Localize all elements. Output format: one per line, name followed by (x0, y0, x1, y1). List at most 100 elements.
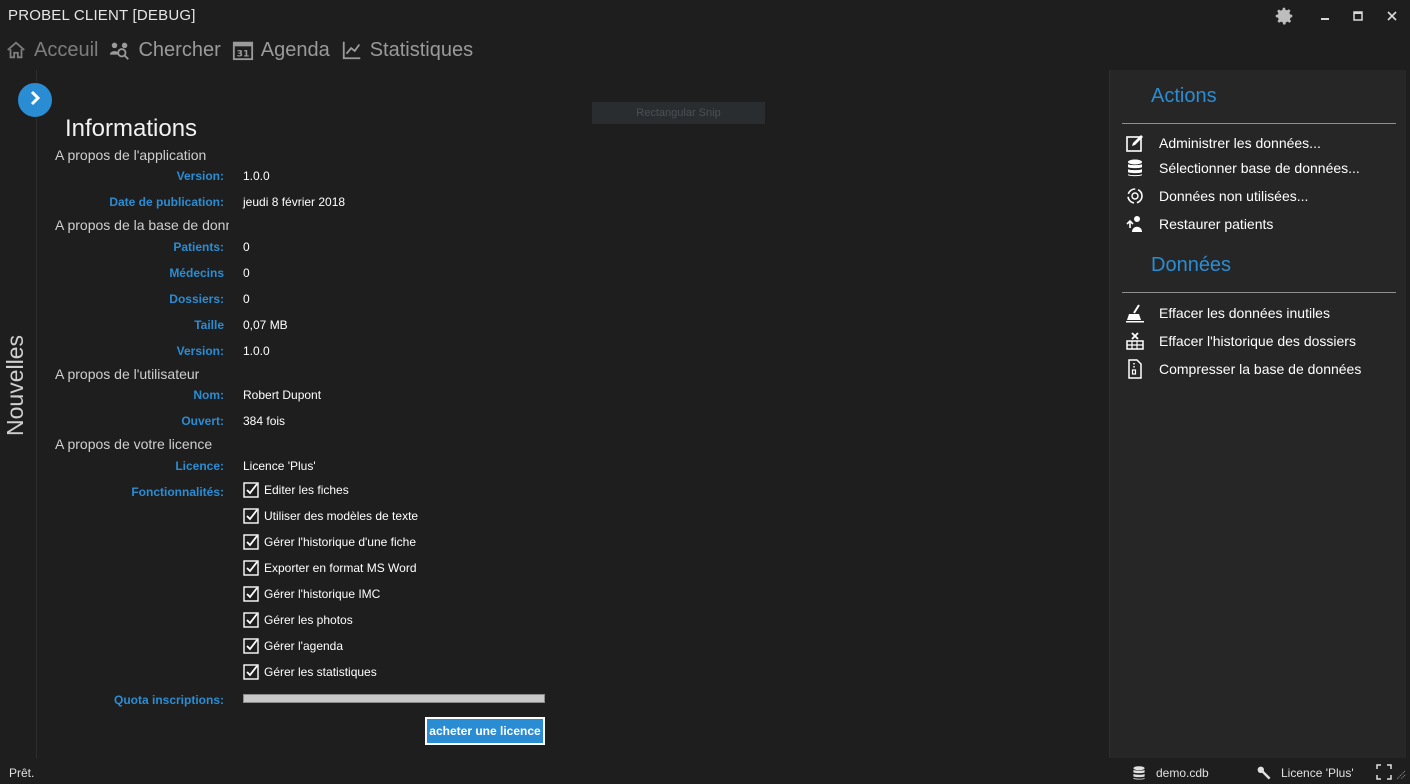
news-rail[interactable]: Nouvelles (0, 70, 37, 758)
licence-value: Licence 'Plus' (243, 459, 316, 473)
wrench-icon (1255, 764, 1273, 782)
feature-label: Utiliser des modèles de texte (264, 509, 419, 523)
actions-panel: Actions Administrer les données... Sélec… (1109, 70, 1406, 758)
db-version-value: 1.0.0 (243, 344, 270, 358)
nav-item-statistiques[interactable]: Statistiques (340, 38, 473, 62)
action-restore-patients[interactable]: Restaurer patients (1124, 213, 1273, 235)
feature-item[interactable]: Gérer l'historique d'une fiche (243, 534, 416, 550)
taille-value: 0,07 MB (243, 318, 288, 332)
dossiers-value: 0 (243, 292, 250, 306)
page-title: Informations (65, 115, 198, 142)
close-icon[interactable] (1380, 4, 1404, 28)
action-label: Effacer les données inutiles (1159, 305, 1330, 321)
version-value: 1.0.0 (243, 169, 270, 183)
minimize-icon[interactable] (1313, 4, 1337, 28)
fullscreen-icon[interactable] (1376, 764, 1392, 780)
news-rail-label: Nouvelles (2, 335, 28, 436)
buy-licence-button[interactable]: acheter une licence (425, 717, 545, 745)
broom-icon (1124, 302, 1146, 324)
action-label: Données non utilisées... (1159, 188, 1309, 204)
database-icon (1124, 157, 1146, 179)
feature-item[interactable]: Editer les fiches (243, 482, 349, 498)
checkbox-checked-icon[interactable] (243, 482, 259, 498)
quota-progress-bar (243, 694, 545, 703)
checkbox-checked-icon[interactable] (243, 638, 259, 654)
feature-item[interactable]: Gérer les photos (243, 612, 353, 628)
status-licence[interactable]: Licence 'Plus' (1255, 764, 1354, 782)
feature-item[interactable]: Exporter en format MS Word (243, 560, 417, 576)
action-compress-database[interactable]: Compresser la base de données (1124, 358, 1361, 380)
nav-item-label: Chercher (138, 38, 221, 61)
nav-item-label: Acceuil (34, 38, 99, 61)
feature-item[interactable]: Gérer l'historique IMC (243, 586, 380, 602)
nav-item-label: Statistiques (369, 38, 474, 61)
feature-label: Gérer l'historique IMC (264, 587, 381, 601)
checkbox-checked-icon[interactable] (243, 586, 259, 602)
expand-news-button[interactable] (16, 81, 54, 119)
feature-label: Gérer les statistiques (264, 665, 377, 679)
rectangular-snip-overlay: Rectangular Snip (592, 102, 765, 124)
actions-divider (1122, 123, 1396, 124)
status-text: Prêt. (9, 766, 35, 780)
donnees-heading: Données (1151, 254, 1232, 276)
publication-date-value: jeudi 8 février 2018 (243, 195, 346, 209)
section-heading-user: A propos de l'utilisateur (55, 366, 200, 382)
feature-label: Gérer les photos (264, 613, 353, 627)
checkbox-checked-icon[interactable] (243, 664, 259, 680)
action-clear-history[interactable]: Effacer l'historique des dossiers (1124, 330, 1356, 352)
nav-item-label: Agenda (260, 38, 330, 61)
patients-label: Patients: (173, 240, 224, 254)
ouvert-label: Ouvert: (181, 414, 224, 428)
donnees-divider (1122, 292, 1396, 293)
checkbox-checked-icon[interactable] (243, 612, 259, 628)
quota-progress-fill (244, 695, 544, 702)
maximize-icon[interactable] (1346, 4, 1370, 28)
action-label: Administrer les données... (1159, 135, 1321, 151)
action-select-database[interactable]: Sélectionner base de données... (1124, 157, 1360, 179)
nom-label: Nom: (193, 388, 224, 402)
action-administer-data[interactable]: Administrer les données... (1124, 132, 1321, 154)
db-version-label: Version: (176, 344, 224, 358)
ouvert-value: 384 fois (243, 414, 286, 428)
database-icon (1130, 764, 1148, 782)
title-bar: PROBEL CLIENT [DEBUG] (0, 0, 1410, 32)
edit-icon (1124, 132, 1146, 154)
action-clear-unused-data[interactable]: Effacer les données inutiles (1124, 302, 1330, 324)
gear-icon[interactable] (1272, 4, 1296, 28)
restore-user-icon (1124, 213, 1146, 235)
status-database-name: demo.cdb (1156, 766, 1209, 780)
window-title: PROBEL CLIENT [DEBUG] (8, 7, 196, 24)
chart-icon (340, 38, 364, 62)
calendar-day-text: 31 (236, 48, 249, 59)
feature-item[interactable]: Gérer l'agenda (243, 638, 343, 654)
recycle-icon (1124, 185, 1146, 207)
taille-label: Taille (194, 318, 224, 332)
main-navigation: Acceuil Chercher 31 Agenda Statistiques (0, 34, 483, 66)
nav-item-acceuil[interactable]: Acceuil (4, 38, 98, 62)
checkbox-checked-icon[interactable] (243, 560, 259, 576)
section-heading-database: A propos de la base de données (55, 217, 229, 233)
status-database[interactable]: demo.cdb (1130, 764, 1209, 782)
information-panel: Rectangular Snip Informations A propos d… (37, 70, 1107, 758)
checkbox-checked-icon[interactable] (243, 508, 259, 524)
nav-item-agenda[interactable]: 31 Agenda (231, 38, 330, 62)
version-label: Version: (176, 169, 224, 183)
checkbox-checked-icon[interactable] (243, 534, 259, 550)
quota-label: Quota inscriptions: (113, 693, 224, 707)
people-search-icon (108, 38, 132, 62)
feature-label: Editer les fiches (264, 483, 349, 497)
action-label: Effacer l'historique des dossiers (1159, 333, 1356, 349)
nom-value: Robert Dupont (243, 388, 322, 402)
status-licence-name: Licence 'Plus' (1281, 766, 1354, 780)
resize-grip-icon[interactable] (1396, 770, 1406, 780)
action-label: Compresser la base de données (1159, 361, 1362, 377)
status-bar: Prêt. demo.cdb Licence 'Plus' (0, 760, 1410, 784)
feature-item[interactable]: Gérer les statistiques (243, 664, 377, 680)
action-unused-data[interactable]: Données non utilisées... (1124, 185, 1308, 207)
feature-item[interactable]: Utiliser des modèles de texte (243, 508, 418, 524)
medecins-label: Médecins (169, 266, 224, 280)
nav-item-chercher[interactable]: Chercher (108, 38, 221, 62)
medecins-value: 0 (243, 266, 250, 280)
clear-history-icon (1124, 330, 1146, 352)
feature-label: Exporter en format MS Word (264, 561, 417, 575)
